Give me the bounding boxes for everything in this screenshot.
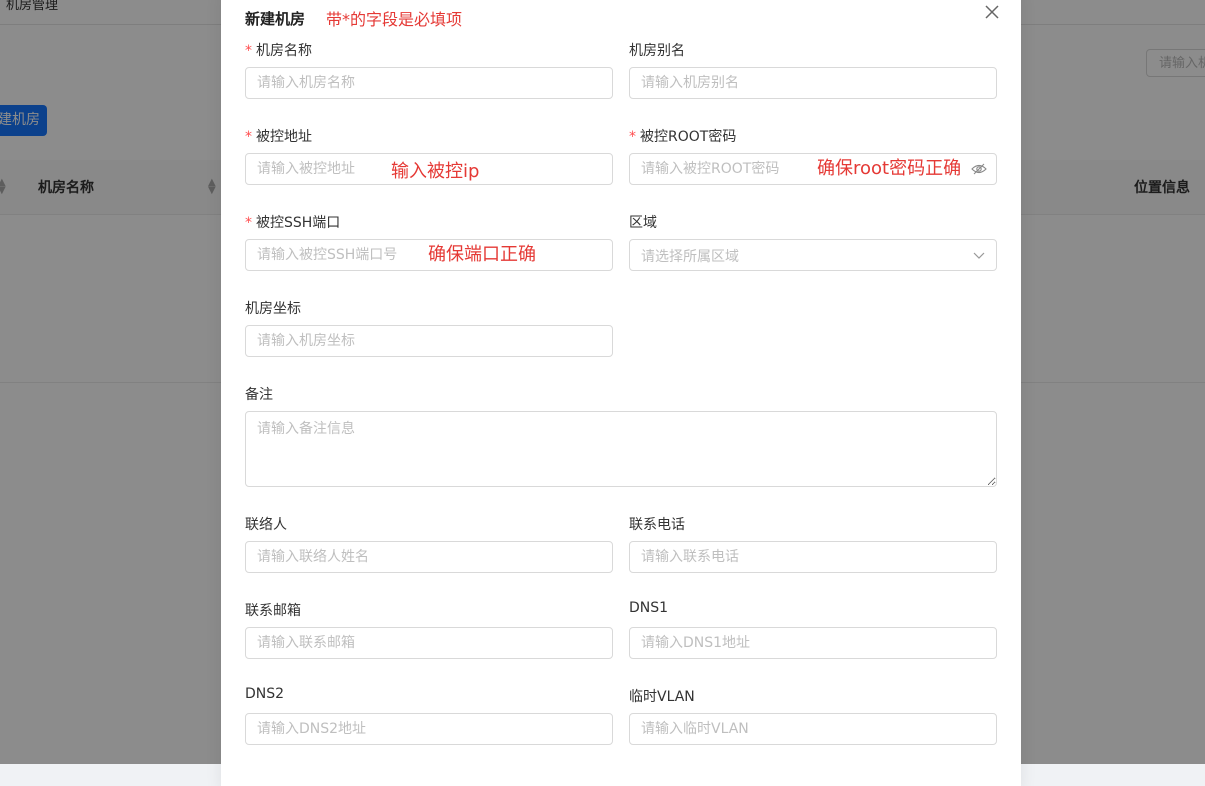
- ssh-port-label: * 被控SSH端口: [245, 215, 341, 231]
- dns2-input[interactable]: [245, 713, 613, 745]
- email-label: 联系邮箱: [245, 603, 301, 619]
- region-placeholder: 请选择所属区域: [641, 249, 739, 265]
- region-label: 区域: [629, 215, 657, 231]
- dns2-label: DNS2: [245, 686, 285, 702]
- ssh-port-annotation: 确保端口正确: [428, 244, 536, 265]
- dns1-input[interactable]: [629, 627, 997, 659]
- required-star: *: [245, 215, 252, 231]
- alias-label: 机房别名: [629, 43, 685, 59]
- address-label: * 被控地址: [245, 129, 312, 145]
- eye-icon[interactable]: [971, 161, 987, 177]
- contact-input[interactable]: [245, 541, 613, 573]
- new-datacenter-modal: 新建机房 带*的字段是必填项 *机房名称 机房别名 *被控地址 输入被控ip *…: [221, 0, 1021, 786]
- required-star: *: [245, 129, 252, 145]
- contact-label: 联络人: [245, 517, 287, 533]
- remarks-label: 备注: [245, 387, 273, 403]
- remarks-textarea[interactable]: [245, 411, 997, 487]
- alias-input[interactable]: [629, 67, 997, 99]
- coordinates-input[interactable]: [245, 325, 613, 357]
- root-password-label: * 被控ROOT密码: [629, 129, 737, 145]
- coordinates-label: 机房坐标: [245, 301, 301, 317]
- name-label: * 机房名称: [245, 43, 312, 59]
- required-star: *: [629, 129, 636, 145]
- phone-label: 联系电话: [629, 517, 685, 533]
- address-annotation: 输入被控ip: [391, 161, 480, 182]
- name-input[interactable]: [245, 67, 613, 99]
- dns1-label: DNS1: [629, 600, 669, 616]
- phone-input[interactable]: [629, 541, 997, 573]
- temp-vlan-input[interactable]: [629, 713, 997, 745]
- chevron-down-icon: [973, 252, 985, 259]
- temp-vlan-label: 临时VLAN: [629, 689, 695, 705]
- region-select[interactable]: 请选择所属区域: [629, 239, 997, 271]
- root-password-annotation: 确保root密码正确: [817, 158, 962, 179]
- email-input[interactable]: [245, 627, 613, 659]
- modal-title: 新建机房: [245, 10, 306, 28]
- title-annotation: 带*的字段是必填项: [326, 10, 463, 29]
- required-star: *: [245, 43, 252, 59]
- close-icon[interactable]: [983, 3, 1001, 21]
